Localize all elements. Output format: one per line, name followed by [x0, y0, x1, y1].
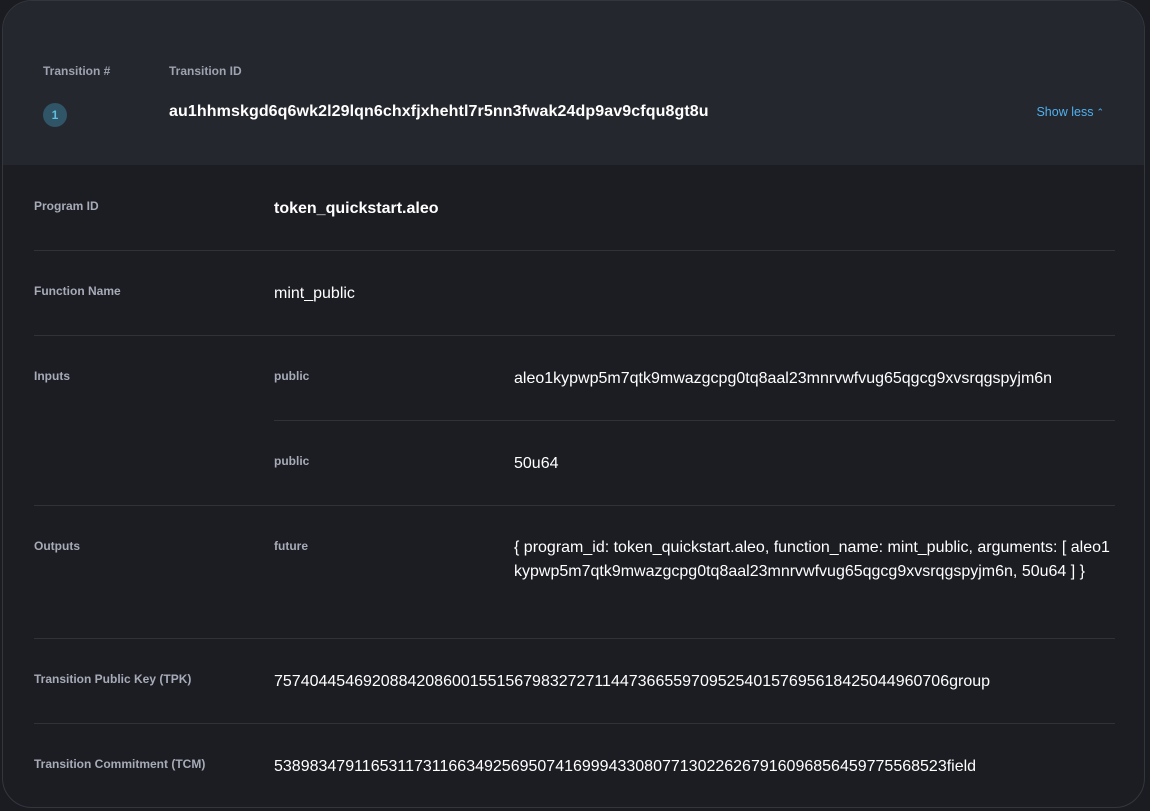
function-name-value: mint_public [274, 285, 355, 302]
input-value[interactable]: aleo1kypwp5m7qtk9mwazgcpg0tq8aal23mnrvwf… [514, 370, 1052, 388]
input-type-label: public [274, 369, 310, 383]
divider [34, 638, 1115, 639]
program-id-value[interactable]: token_quickstart.aleo [274, 200, 439, 218]
tpk-label: Transition Public Key (TPK) [34, 672, 192, 686]
tcm-label: Transition Commitment (TCM) [34, 757, 206, 771]
function-name-label: Function Name [34, 284, 121, 298]
inputs-label: Inputs [34, 369, 70, 383]
input-value: 50u64 [514, 455, 559, 472]
divider [34, 250, 1115, 251]
chevron-up-icon: ⌃ [1096, 107, 1104, 117]
tpk-value: 7574044546920884208600155156798327271144… [274, 673, 991, 690]
divider [34, 335, 1115, 336]
tcm-value: 5389834791165311731166349256950741699943… [274, 758, 977, 775]
show-less-button[interactable]: Show less ⌃ [1036, 105, 1104, 119]
transition-card: Transition # Transition ID 1 au1hhmskgd6… [2, 0, 1145, 808]
outputs-label: Outputs [34, 539, 80, 553]
divider [34, 723, 1115, 724]
show-less-label: Show less [1036, 105, 1094, 119]
divider [274, 420, 1115, 421]
column-header-transition-id: Transition ID [169, 64, 242, 78]
output-type-label: future [274, 539, 308, 553]
transition-number-badge: 1 [43, 103, 67, 127]
transition-id-value[interactable]: au1hhmskgd6q6wk2l29lqn6chxfjxhehtl7r5nn3… [169, 103, 709, 121]
program-id-label: Program ID [34, 199, 99, 213]
divider [34, 505, 1115, 506]
output-value: { program_id: token_quickstart.aleo, fun… [514, 539, 1110, 580]
column-header-transition-number: Transition # [43, 64, 111, 78]
transition-header: Transition # Transition ID 1 au1hhmskgd6… [3, 1, 1144, 165]
input-type-label: public [274, 454, 310, 468]
